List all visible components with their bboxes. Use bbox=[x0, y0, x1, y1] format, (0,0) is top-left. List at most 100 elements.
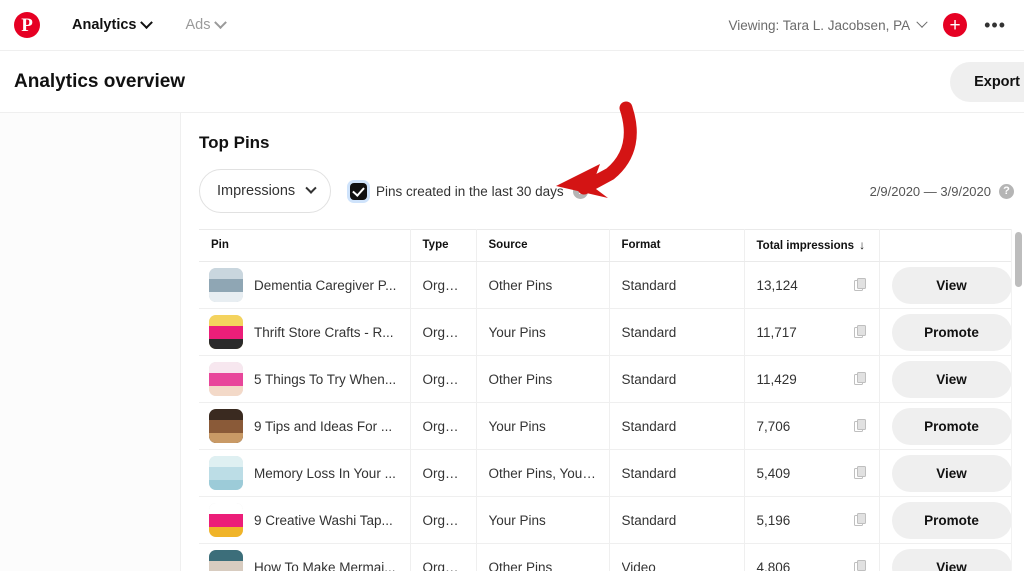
pin-format: Standard bbox=[621, 465, 677, 481]
export-button[interactable]: Export bbox=[950, 61, 1024, 102]
copy-metric-icon[interactable] bbox=[853, 419, 867, 433]
table-row[interactable]: Thrift Store Crafts - R... Organ... Your… bbox=[199, 308, 1022, 356]
copy-metric-icon[interactable] bbox=[853, 466, 867, 480]
pin-title: Dementia Caregiver P... bbox=[254, 277, 397, 293]
recent-pins-checkbox[interactable] bbox=[350, 182, 367, 200]
row-action-button[interactable]: Promote bbox=[891, 313, 1012, 351]
nav-right-group: Viewing: Tara L. Jacobsen, PA + ••• bbox=[728, 13, 1010, 37]
pin-thumbnail[interactable] bbox=[209, 550, 243, 571]
pin-type: Organ... bbox=[422, 324, 464, 340]
cell-pin: 9 Creative Washi Tap... bbox=[199, 496, 411, 544]
nav-ads-menu[interactable]: Ads bbox=[185, 15, 228, 33]
pin-type: Organic bbox=[422, 512, 464, 528]
account-switcher[interactable]: Viewing: Tara L. Jacobsen, PA bbox=[728, 16, 928, 33]
column-header-impressions[interactable]: Total impressions ↓ bbox=[744, 229, 880, 262]
row-action-button[interactable]: Promote bbox=[891, 501, 1012, 539]
pin-title: Memory Loss In Your ... bbox=[254, 465, 396, 481]
table-row[interactable]: 5 Things To Try When... Organic Other Pi… bbox=[199, 355, 1022, 403]
cell-action: View bbox=[879, 449, 1022, 497]
pin-source: Other Pins bbox=[488, 559, 553, 571]
pin-thumbnail[interactable] bbox=[209, 362, 243, 396]
pinterest-logo-icon[interactable]: P bbox=[14, 12, 40, 38]
cell-format: Standard bbox=[609, 402, 745, 450]
column-header-type[interactable]: Type bbox=[410, 229, 477, 262]
top-pins-controls: Impressions Pins created in the last 30 … bbox=[199, 169, 1024, 213]
column-header-pin[interactable]: Pin bbox=[199, 229, 411, 262]
column-header-source[interactable]: Source bbox=[476, 229, 610, 262]
table-scrollbar-thumb[interactable] bbox=[1015, 232, 1022, 287]
help-icon[interactable]: ? bbox=[572, 183, 588, 199]
cell-type: Organic bbox=[410, 543, 477, 571]
pin-impressions: 5,409 bbox=[756, 465, 791, 481]
cell-impressions: 13,124 bbox=[744, 261, 880, 309]
pin-impressions: 7,706 bbox=[756, 418, 791, 434]
pin-impressions: 11,429 bbox=[756, 371, 797, 387]
copy-metric-icon[interactable] bbox=[853, 278, 867, 292]
chevron-down-icon bbox=[916, 16, 928, 28]
copy-metric-icon[interactable] bbox=[853, 372, 867, 386]
row-action-button[interactable]: View bbox=[891, 548, 1012, 571]
top-pins-table-wrap: Pin Type Source Format Total impressions… bbox=[199, 229, 1024, 571]
pin-source: Your Pins bbox=[488, 512, 546, 528]
pin-impressions: 13,124 bbox=[756, 277, 798, 293]
help-icon[interactable]: ? bbox=[999, 183, 1014, 199]
row-action-button[interactable]: Promote bbox=[891, 407, 1012, 445]
recent-pins-filter: Pins created in the last 30 days ? bbox=[350, 182, 588, 200]
copy-metric-icon[interactable] bbox=[853, 560, 867, 571]
column-header-format[interactable]: Format bbox=[609, 229, 745, 262]
pin-thumbnail[interactable] bbox=[209, 268, 243, 302]
table-row[interactable]: 9 Creative Washi Tap... Organic Your Pin… bbox=[199, 496, 1022, 544]
pin-format: Standard bbox=[621, 371, 677, 387]
cell-source: Other Pins bbox=[476, 261, 610, 309]
pinterest-analytics-page: P Analytics Ads Viewing: Tara L. Jacobse… bbox=[0, 0, 1024, 571]
pin-thumbnail[interactable] bbox=[209, 409, 243, 443]
pin-type: Organic bbox=[422, 559, 464, 571]
pin-type: Organic bbox=[422, 371, 464, 387]
viewing-label: Viewing: Tara L. Jacobsen, PA bbox=[728, 17, 911, 33]
copy-metric-icon[interactable] bbox=[853, 325, 867, 339]
copy-metric-icon[interactable] bbox=[853, 513, 867, 527]
cell-source: Other Pins, Your ... bbox=[476, 449, 610, 497]
table-row[interactable]: Memory Loss In Your ... Organic Other Pi… bbox=[199, 449, 1022, 497]
cell-format: Standard bbox=[609, 308, 745, 356]
row-action-button[interactable]: View bbox=[891, 454, 1012, 492]
table-row[interactable]: How To Make Mermai... Organic Other Pins… bbox=[199, 543, 1022, 571]
table-row[interactable]: 9 Tips and Ideas For ... Organic Your Pi… bbox=[199, 402, 1022, 450]
nav-analytics-label: Analytics bbox=[72, 17, 137, 33]
cell-pin: Memory Loss In Your ... bbox=[199, 449, 411, 497]
pin-title: How To Make Mermai... bbox=[254, 559, 396, 571]
row-action-button[interactable]: View bbox=[891, 266, 1012, 304]
page-title-bar: Analytics overview Export bbox=[0, 51, 1024, 113]
pin-thumbnail[interactable] bbox=[209, 456, 243, 490]
nav-analytics-menu[interactable]: Analytics bbox=[72, 15, 154, 33]
nav-ads-label: Ads bbox=[185, 17, 211, 33]
cell-impressions: 7,706 bbox=[744, 402, 880, 450]
table-scrollbar[interactable] bbox=[1011, 229, 1024, 570]
cell-source: Other Pins bbox=[476, 355, 610, 403]
left-sidebar bbox=[0, 113, 181, 571]
create-plus-icon[interactable]: + bbox=[943, 13, 968, 37]
pin-thumbnail[interactable] bbox=[209, 315, 243, 349]
more-options-icon[interactable]: ••• bbox=[984, 16, 1006, 34]
pin-thumbnail[interactable] bbox=[209, 503, 243, 537]
cell-format: Standard bbox=[609, 355, 745, 403]
pin-impressions: 5,196 bbox=[756, 512, 791, 528]
cell-type: Organic bbox=[410, 355, 477, 403]
pin-source: Other Pins bbox=[488, 371, 553, 387]
cell-format: Standard bbox=[609, 449, 745, 497]
pin-format: Standard bbox=[621, 418, 677, 434]
cell-action: Promote bbox=[879, 496, 1022, 544]
cell-format: Standard bbox=[609, 261, 745, 309]
table-body: Dementia Caregiver P... Organic Other Pi… bbox=[199, 261, 1022, 571]
chevron-down-icon bbox=[214, 15, 228, 29]
page-title: Analytics overview bbox=[14, 70, 186, 92]
row-action-button[interactable]: View bbox=[891, 360, 1012, 398]
pin-source: Your Pins bbox=[488, 418, 546, 434]
pin-source: Other Pins bbox=[488, 277, 553, 293]
cell-impressions: 11,429 bbox=[744, 355, 880, 403]
table-row[interactable]: Dementia Caregiver P... Organic Other Pi… bbox=[199, 261, 1022, 309]
metric-select[interactable]: Impressions bbox=[199, 169, 331, 213]
pin-source: Other Pins, Your ... bbox=[488, 465, 597, 481]
cell-type: Organic bbox=[410, 402, 477, 450]
date-range: 2/9/2020 — 3/9/2020 ? bbox=[870, 183, 1024, 199]
